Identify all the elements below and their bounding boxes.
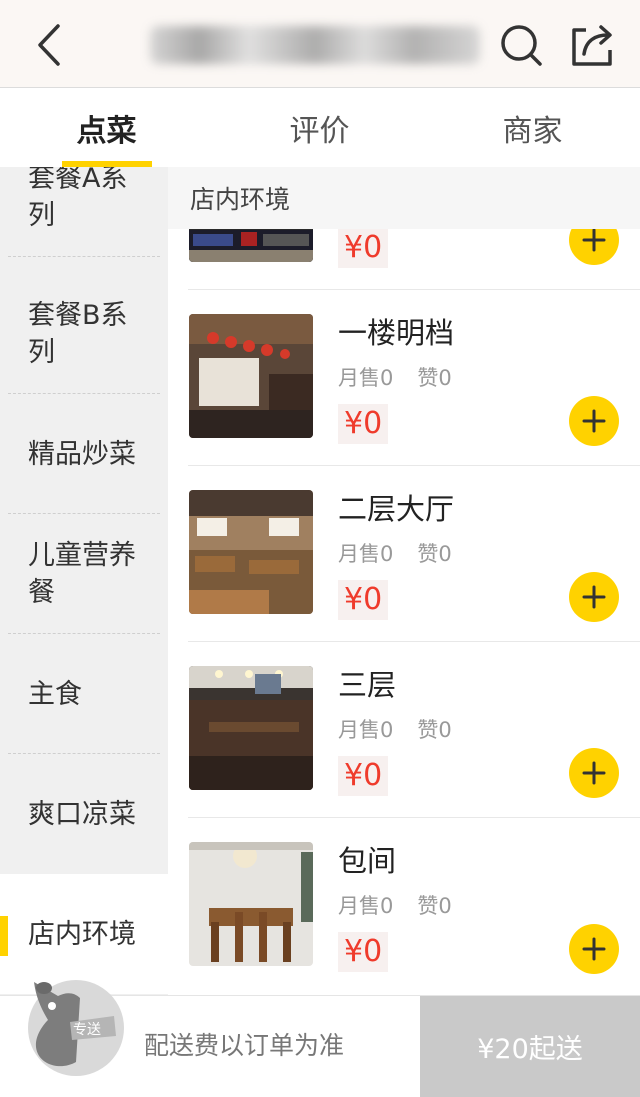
search-icon	[501, 25, 542, 66]
sidebar-item-label: 爽口凉菜	[28, 798, 136, 830]
store-title-blurred	[150, 26, 480, 64]
monthly-sales: 月售0	[338, 894, 394, 918]
plus-icon	[582, 937, 606, 961]
add-to-cart-button[interactable]	[569, 572, 619, 622]
monthly-sales: 月售0	[338, 718, 394, 742]
monthly-sales: 月售0	[338, 542, 394, 566]
monthly-sales: 月售0	[338, 366, 394, 390]
sidebar-item-label: 儿童营养餐	[28, 540, 136, 608]
item-price: ¥0	[338, 932, 389, 972]
item-stats: 月售0 赞0	[338, 538, 452, 568]
sidebar-item-label: 套餐B系列	[28, 300, 128, 368]
item-photo	[189, 314, 313, 438]
tab-order[interactable]: 点菜	[0, 89, 213, 167]
sidebar-item-label: 精品炒菜	[28, 438, 136, 470]
chevron-left-icon	[38, 24, 60, 66]
item-photo	[189, 666, 313, 790]
list-item[interactable]: 包间 月售0 赞0 ¥0	[168, 818, 640, 994]
share-icon	[572, 25, 612, 66]
back-button[interactable]	[30, 22, 70, 68]
sidebar-item-label: 套餐A系列	[28, 167, 128, 231]
sidebar-item-cold-dishes[interactable]: 爽口凉菜	[0, 754, 168, 874]
like-count: 赞0	[417, 894, 452, 918]
list-item[interactable]: 三层 月售0 赞0 ¥0	[168, 642, 640, 818]
add-to-cart-button[interactable]	[569, 748, 619, 798]
item-price: ¥0	[338, 404, 389, 444]
plus-icon	[582, 409, 606, 433]
sidebar-item-staple[interactable]: 主食	[0, 634, 168, 754]
like-count: 赞0	[417, 366, 452, 390]
tab-bar: 点菜 评价 商家	[0, 89, 640, 167]
add-to-cart-button[interactable]	[569, 229, 619, 265]
item-photo	[189, 842, 313, 966]
active-category-indicator	[0, 916, 8, 956]
cart-mascot-icon[interactable]: 专送	[14, 962, 134, 1080]
section-title: 店内环境	[190, 185, 291, 214]
delivery-badge: 专送	[73, 1022, 101, 1038]
like-count: 赞0	[417, 718, 452, 742]
item-name: 包间	[338, 844, 397, 878]
delivery-fee-note: 配送费以订单为准	[144, 1031, 345, 1060]
item-name: 二层大厅	[338, 492, 455, 526]
plus-icon	[582, 229, 606, 252]
divider	[8, 256, 160, 257]
item-photo	[189, 490, 313, 614]
item-photo	[189, 229, 313, 262]
sidebar-item-label: 店内环境	[28, 918, 136, 950]
section-header: 店内环境	[168, 167, 640, 229]
item-price: ¥0	[338, 580, 389, 620]
item-stats: 月售0 赞0	[338, 362, 452, 392]
minimum-order-button[interactable]: ¥20起送	[420, 996, 640, 1097]
item-stats: 月售0 赞0	[338, 890, 452, 920]
sidebar-item-label: 主食	[28, 678, 82, 710]
like-count: 赞0	[417, 542, 452, 566]
sidebar-item-kids-meal[interactable]: 儿童营养餐	[0, 514, 168, 634]
item-stats: 月售0 赞0	[338, 714, 452, 744]
dish-list: ¥0 一楼明档 月售0 赞0 ¥0 二层大厅 月售0 赞0 ¥0 三层 月售0 …	[168, 229, 640, 995]
sidebar-item-set-b[interactable]: 套餐B系列	[0, 274, 168, 394]
item-name: 三层	[338, 668, 397, 702]
plus-icon	[582, 761, 606, 785]
item-price: ¥0	[338, 756, 389, 796]
tab-reviews[interactable]: 评价	[213, 89, 426, 167]
plus-icon	[582, 585, 606, 609]
list-item[interactable]: 一楼明档 月售0 赞0 ¥0	[168, 290, 640, 466]
tab-merchant[interactable]: 商家	[426, 89, 639, 167]
top-nav-bar	[0, 0, 640, 88]
add-to-cart-button[interactable]	[569, 924, 619, 974]
item-price: ¥0	[338, 229, 389, 268]
add-to-cart-button[interactable]	[569, 396, 619, 446]
search-button[interactable]	[498, 22, 544, 68]
sidebar-item-stir-fry[interactable]: 精品炒菜	[0, 394, 168, 514]
item-name: 一楼明档	[338, 316, 455, 350]
list-item[interactable]: 二层大厅 月售0 赞0 ¥0	[168, 466, 640, 642]
share-button[interactable]	[568, 22, 616, 68]
sidebar-item-set-a[interactable]: 套餐A系列	[0, 167, 168, 257]
category-sidebar: 套餐A系列 套餐B系列 精品炒菜 儿童营养餐 主食 爽口凉菜 店内环境	[0, 167, 168, 995]
list-item[interactable]: ¥0	[168, 229, 640, 290]
